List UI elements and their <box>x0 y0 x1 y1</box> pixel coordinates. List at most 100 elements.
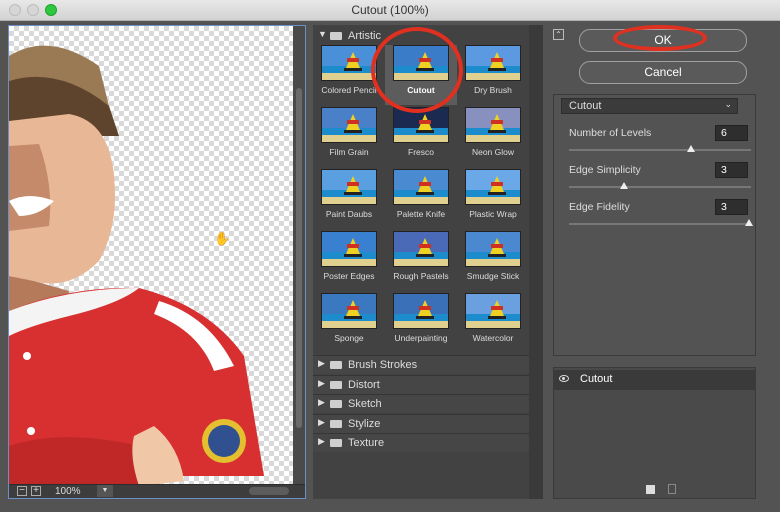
filter-thumb-watercolor[interactable]: Watercolor <box>457 293 529 353</box>
filter-thumb-label: Underpainting <box>394 333 448 343</box>
filter-thumb-label: Dry Brush <box>474 85 512 95</box>
category-label: Brush Strokes <box>348 359 418 371</box>
filter-preview-image <box>321 107 377 143</box>
category-label: Texture <box>348 437 385 449</box>
filter-thumb-smudge-stick[interactable]: Smudge Stick <box>457 231 529 291</box>
new-effect-layer-icon[interactable] <box>646 485 655 494</box>
scrollbar-thumb[interactable] <box>296 88 302 428</box>
edge-fidelity-slider[interactable] <box>569 219 754 226</box>
filter-thumb-underpainting[interactable]: Underpainting <box>385 293 457 353</box>
category-brush-strokes[interactable]: ▶ Brush Strokes <box>313 355 529 374</box>
filter-thumb-label: Film Grain <box>329 147 369 157</box>
filter-thumb-label: Sponge <box>334 333 364 343</box>
effect-layer-name: Cutout <box>580 373 613 385</box>
folder-icon <box>330 439 342 447</box>
collapsed-triangle-icon: ▶ <box>318 377 325 388</box>
gallery-scrollbar[interactable] <box>529 25 543 499</box>
zoom-level: 100% <box>55 486 81 497</box>
preview-footer: − + 100% ▼ <box>9 484 305 498</box>
horizontal-scrollbar-thumb[interactable] <box>249 487 289 495</box>
settings-panel: ⌃ OK Cancel Cutout ⌄ Number of Levels 6 Ed… <box>548 25 772 499</box>
filter-preview-image <box>465 169 521 205</box>
filter-thumb-label: Plastic Wrap <box>469 209 517 219</box>
filter-thumb-dry-brush[interactable]: Dry Brush <box>457 45 529 105</box>
category-distort[interactable]: ▶ Distort <box>313 374 529 394</box>
category-stylize[interactable]: ▶ Stylize <box>313 413 529 433</box>
folder-icon <box>330 400 342 408</box>
delete-effect-layer-icon[interactable] <box>668 484 676 494</box>
collapsed-triangle-icon: ▶ <box>318 358 325 368</box>
edge-simplicity-input[interactable]: 3 <box>715 162 748 178</box>
category-label: Stylize <box>348 417 381 430</box>
filter-thumb-label: Palette Knife <box>396 209 446 219</box>
chevron-down-icon: ⌄ <box>724 99 732 109</box>
category-sketch[interactable]: ▶ Sketch <box>313 394 529 413</box>
collapsed-triangle-icon: ▶ <box>318 397 325 407</box>
effect-layer-row[interactable]: Cutout <box>554 370 755 390</box>
collapse-gallery-button[interactable]: ⌃ <box>553 29 564 40</box>
filter-thumb-label: Smudge Stick <box>466 271 520 281</box>
preview-photo <box>9 45 264 486</box>
visibility-eye-icon[interactable] <box>559 375 569 382</box>
category-texture[interactable]: ▶ Texture <box>313 433 529 452</box>
collapsed-triangle-icon: ▶ <box>318 416 325 427</box>
slider-knob[interactable] <box>619 182 628 189</box>
folder-icon <box>330 419 342 428</box>
filter-thumb-sponge[interactable]: Sponge <box>313 293 385 353</box>
filter-thumb-palette-knife[interactable]: Palette Knife <box>385 169 457 229</box>
effect-layers-panel: Cutout <box>553 367 756 499</box>
expanded-triangle-icon: ▼ <box>318 29 327 39</box>
filter-thumb-rough-pastels[interactable]: Rough Pastels <box>385 231 457 291</box>
edge-simplicity-slider[interactable] <box>569 182 751 189</box>
filter-thumb-neon-glow[interactable]: Neon Glow <box>457 107 529 167</box>
filter-thumb-label: Neon Glow <box>471 147 515 157</box>
filter-thumb-film-grain[interactable]: Film Grain <box>313 107 385 167</box>
filter-thumb-label: Rough Pastels <box>393 271 449 281</box>
hand-tool-cursor-icon: ✋ <box>214 231 231 246</box>
filter-preview-image <box>465 293 521 329</box>
slider-knob[interactable] <box>745 219 754 226</box>
zoom-dropdown-chevron-icon[interactable]: ▼ <box>97 485 113 497</box>
filter-preview[interactable]: ✋ − + 100% ▼ <box>8 25 306 499</box>
filter-select-value: Cutout <box>569 100 602 112</box>
filter-preview-image <box>465 231 521 267</box>
number-of-levels-slider[interactable] <box>569 145 751 152</box>
category-label: Distort <box>348 378 380 391</box>
zoom-in-button[interactable]: + <box>31 486 41 496</box>
filter-thumb-fresco[interactable]: Fresco <box>385 107 457 167</box>
filter-thumb-label: Fresco <box>408 147 434 157</box>
filter-preview-image <box>321 45 377 81</box>
filter-thumb-label: Watercolor <box>472 333 514 343</box>
filter-gallery: ▼ Artistic Colored Pencil Cutout Dry Brush… <box>313 25 543 499</box>
zoom-out-button[interactable]: − <box>17 486 27 496</box>
filter-thumb-paint-daubs[interactable]: Paint Daubs <box>313 169 385 229</box>
filter-preview-image <box>465 45 521 81</box>
filter-preview-image <box>465 107 521 143</box>
filter-preview-image <box>321 231 377 267</box>
number-of-levels-label: Number of Levels <box>569 127 652 139</box>
folder-icon <box>330 380 342 389</box>
filter-preview-image <box>393 169 449 205</box>
filter-thumb-plastic-wrap[interactable]: Plastic Wrap <box>457 169 529 229</box>
folder-icon <box>330 361 342 369</box>
filter-thumb-poster-edges[interactable]: Poster Edges <box>313 231 385 291</box>
preview-vertical-scrollbar[interactable] <box>293 26 305 488</box>
filter-thumb-label: Paint Daubs <box>325 209 373 219</box>
filter-preview-image <box>321 293 377 329</box>
title-bar: Cutout (100%) <box>0 0 780 21</box>
slider-knob[interactable] <box>686 145 695 152</box>
highlight-circle <box>613 25 707 51</box>
filter-select[interactable]: Cutout ⌄ <box>561 98 738 114</box>
category-label: Artistic <box>348 30 381 42</box>
folder-icon <box>330 32 342 40</box>
filter-preview-image <box>393 293 449 329</box>
collapsed-triangle-icon: ▶ <box>318 436 325 446</box>
selected-filter-highlight-circle <box>371 27 463 113</box>
edge-fidelity-input[interactable]: 3 <box>715 199 748 215</box>
edge-simplicity-label: Edge Simplicity <box>569 164 641 176</box>
cancel-button[interactable]: Cancel <box>579 61 747 84</box>
category-label: Sketch <box>348 398 382 410</box>
filter-preview-image <box>393 231 449 267</box>
edge-fidelity-label: Edge Fidelity <box>569 201 630 213</box>
number-of-levels-input[interactable]: 6 <box>715 125 748 141</box>
